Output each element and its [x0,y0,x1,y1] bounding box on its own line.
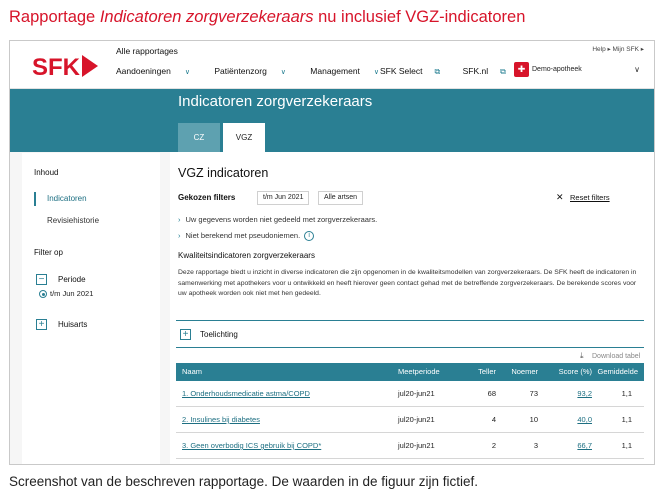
cell-score[interactable]: 66,7 [552,441,592,450]
table-row: 2. Insulines bij diabetes jul20-jun21 4 … [176,407,644,433]
chosen-filters-label: Gekozen filters [178,193,236,202]
col-meetperiode[interactable]: Meetperiode [398,367,440,376]
cell-meetperiode: jul20-jun21 [398,441,435,450]
pharmacy-selector[interactable]: Demo-apotheek [532,66,582,73]
nav-sfk-select[interactable]: SFK Select ⧉ [380,66,450,77]
sidebar-item-indicatoren[interactable]: Indicatoren [34,192,87,206]
help-links[interactable]: Help ▸ Mijn SFK ▸ [592,45,644,53]
cell-noemer: 3 [533,441,538,450]
chevron-down-icon: ∨ [184,69,190,76]
period-radio[interactable] [39,290,47,298]
col-teller[interactable]: Teller [464,367,496,376]
cell-teller: 2 [491,441,496,450]
filter-chip-artsen[interactable]: Alle artsen [318,191,364,205]
nav-management[interactable]: Management ∨ [310,66,390,76]
download-table-link[interactable]: Download tabel [592,353,640,360]
chevron-down-icon[interactable]: ∨ [634,65,640,74]
cell-score[interactable]: 40,0 [552,415,592,424]
reset-filters-link[interactable]: Reset filters [570,193,610,202]
nav-patientenzorg[interactable]: Patiëntenzorg ∨ [214,66,297,76]
info-line-pseudoniemen: › Niet berekend met pseudoniemen. i [178,231,315,242]
filter-periode[interactable]: Periode [58,275,86,284]
chevron-right-icon: › [178,231,181,240]
external-link-icon: ⧉ [434,67,441,76]
page-banner: Indicatoren zorgverzekeraars CZ VGZ [10,89,654,152]
filter-huisarts[interactable]: Huisarts [58,320,87,329]
table-row: 1. Onderhoudsmedicatie astma/COPD jul20-… [176,381,644,407]
figure-title: Rapportage Indicatoren zorgverzekeraars … [9,8,526,26]
toelichting-label: Toelichting [200,330,238,339]
cell-teller: 4 [491,415,496,424]
sidebar-heading-inhoud: Inhoud [34,168,59,177]
col-naam[interactable]: Naam [182,367,202,376]
external-link-icon: ⧉ [500,67,506,76]
download-icon[interactable]: ⤓ [580,351,584,361]
period-option-label[interactable]: t/m Jun 2021 [50,289,93,298]
nav-aandoeningen[interactable]: Aandoeningen ∨ [116,66,201,76]
page-title: Indicatoren zorgverzekeraars [178,93,373,110]
sidebar-item-revisiehistorie[interactable]: Revisiehistorie [47,216,99,225]
expand-icon[interactable]: + [36,319,47,330]
toelichting-panel[interactable]: + Toelichting [176,320,644,348]
description-text: Deze rapportage biedt u inzicht in diver… [178,269,637,297]
info-icon[interactable]: i [304,231,315,242]
cell-noemer: 73 [529,389,538,398]
top-header: SFK Alle rapportages Help ▸ Mijn SFK ▸ A… [10,41,654,89]
tab-vgz[interactable]: VGZ [223,123,265,152]
cell-noemer: 10 [529,415,538,424]
cell-gemiddelde: 1,1 [621,389,632,398]
info-line-gedeeld: › Uw gegevens worden niet gedeeld met zor… [178,215,378,224]
expand-icon[interactable]: + [180,329,191,340]
chevron-down-icon: ∨ [280,69,286,76]
cell-score[interactable]: 93,2 [552,389,592,398]
indicator-link[interactable]: 1. Onderhoudsmedicatie astma/COPD [182,389,310,398]
all-reports-link[interactable]: Alle rapportages [116,46,178,56]
screenshot-frame: SFK Alle rapportages Help ▸ Mijn SFK ▸ A… [9,40,655,465]
table-header: Naam Meetperiode Teller Noemer Score (%)… [176,363,644,381]
col-gemiddelde[interactable]: Gemiddelde [594,367,638,376]
chevron-right-icon: › [178,215,181,224]
sidebar-heading-filter: Filter op [34,248,63,257]
cell-teller: 68 [487,389,496,398]
cell-meetperiode: jul20-jun21 [398,389,435,398]
collapse-icon[interactable]: − [36,274,47,285]
cell-gemiddelde: 1,1 [621,415,632,424]
cell-gemiddelde: 1,1 [621,441,632,450]
section-title: VGZ indicatoren [178,166,269,180]
main-nav: Aandoeningen ∨ Patiëntenzorg ∨ Management ∨ [116,66,401,76]
table-row: 3. Geen overbodig ICS gebruik bij COPD* … [176,433,644,459]
figure-caption: Screenshot van de beschreven rapportage.… [9,474,479,489]
col-score[interactable]: Score (%) [544,367,592,376]
filter-chip-period[interactable]: t/m Jun 2021 [257,191,310,205]
close-icon[interactable]: ✕ [556,192,564,203]
pharmacy-icon: ✚ [514,62,529,77]
kwal-heading: Kwaliteitsindicatoren zorgverzekeraars [178,251,315,260]
svg-text:SFK: SFK [32,54,81,79]
indicator-link[interactable]: 2. Insulines bij diabetes [182,415,260,424]
tab-cz[interactable]: CZ [178,123,220,152]
chevron-down-icon: ∨ [373,69,380,76]
indicator-link[interactable]: 3. Geen overbodig ICS gebruik bij COPD* [182,441,321,450]
col-noemer[interactable]: Noemer [502,367,538,376]
sfk-logo[interactable]: SFK [32,53,100,79]
cell-meetperiode: jul20-jun21 [398,415,435,424]
